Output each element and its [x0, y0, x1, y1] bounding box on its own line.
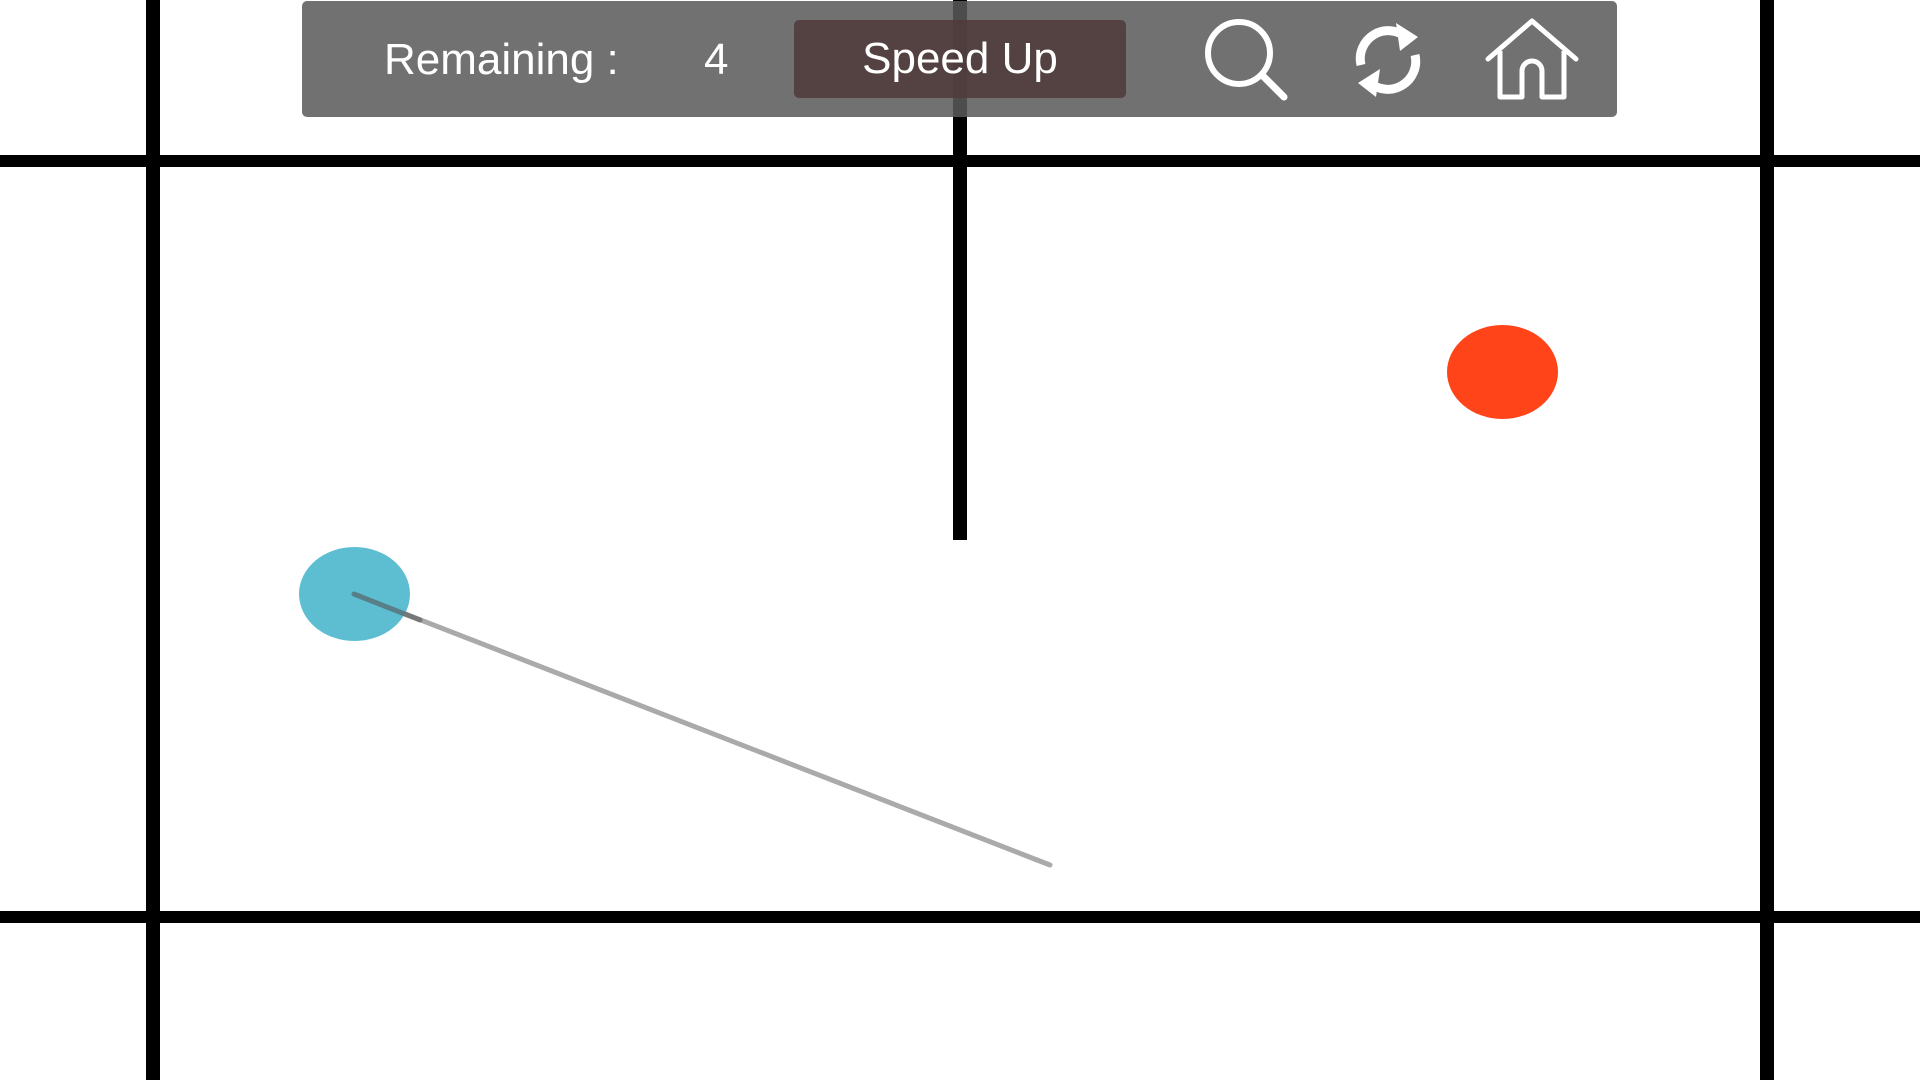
target-ball — [1447, 325, 1558, 419]
home-icon[interactable] — [1482, 15, 1582, 105]
player-ball[interactable] — [299, 547, 410, 641]
game-stage[interactable]: Remaining : 4 Speed Up — [0, 0, 1920, 1080]
speed-up-button[interactable]: Speed Up — [794, 20, 1126, 98]
hud-toolbar: Remaining : 4 Speed Up — [302, 1, 1617, 117]
remaining-count: 4 — [704, 35, 729, 84]
restart-icon[interactable] — [1338, 15, 1438, 105]
search-icon[interactable] — [1194, 15, 1294, 105]
wall-bottom — [0, 911, 1920, 923]
remaining-label: Remaining : — [384, 35, 619, 84]
